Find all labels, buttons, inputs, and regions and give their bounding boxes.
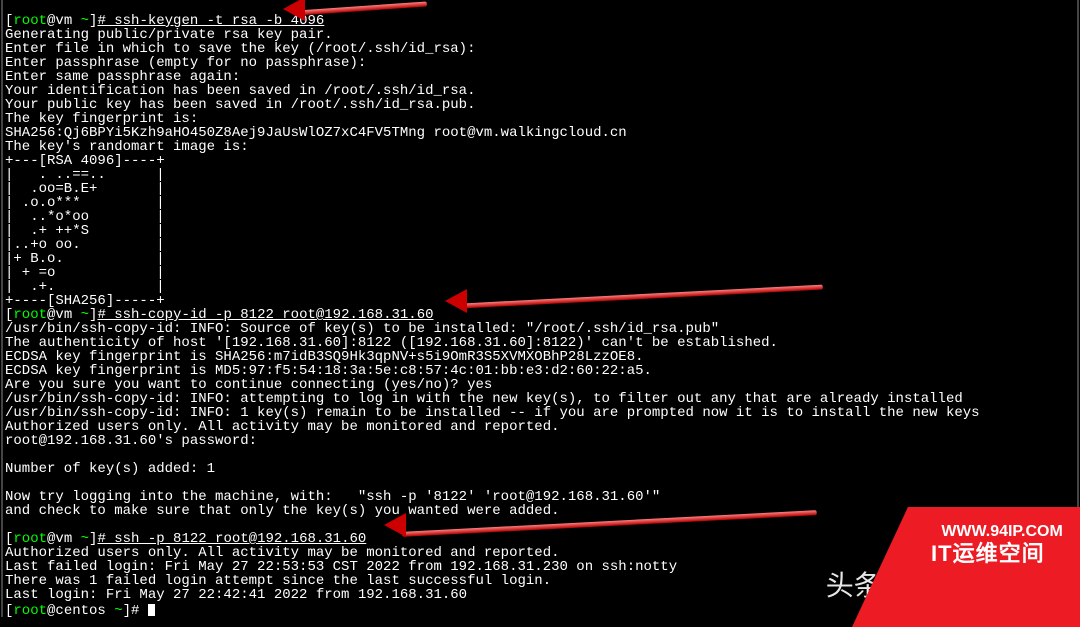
output-line: and check to make sure that only the key… xyxy=(5,503,560,519)
badge-line2: IT运维空间 xyxy=(931,547,1045,561)
output-line: Number of key(s) added: 1 xyxy=(5,461,215,477)
output-line: Last login: Fri May 27 22:42:41 2022 fro… xyxy=(5,587,467,603)
terminal-output: [root@vm ~]# ssh-keygen -t rsa -b 4096 G… xyxy=(5,0,980,618)
cursor-icon xyxy=(148,604,155,616)
badge-line1: WWW.94IP.COM xyxy=(941,525,1063,539)
output-line: root@192.168.31.60's password: xyxy=(5,433,257,449)
